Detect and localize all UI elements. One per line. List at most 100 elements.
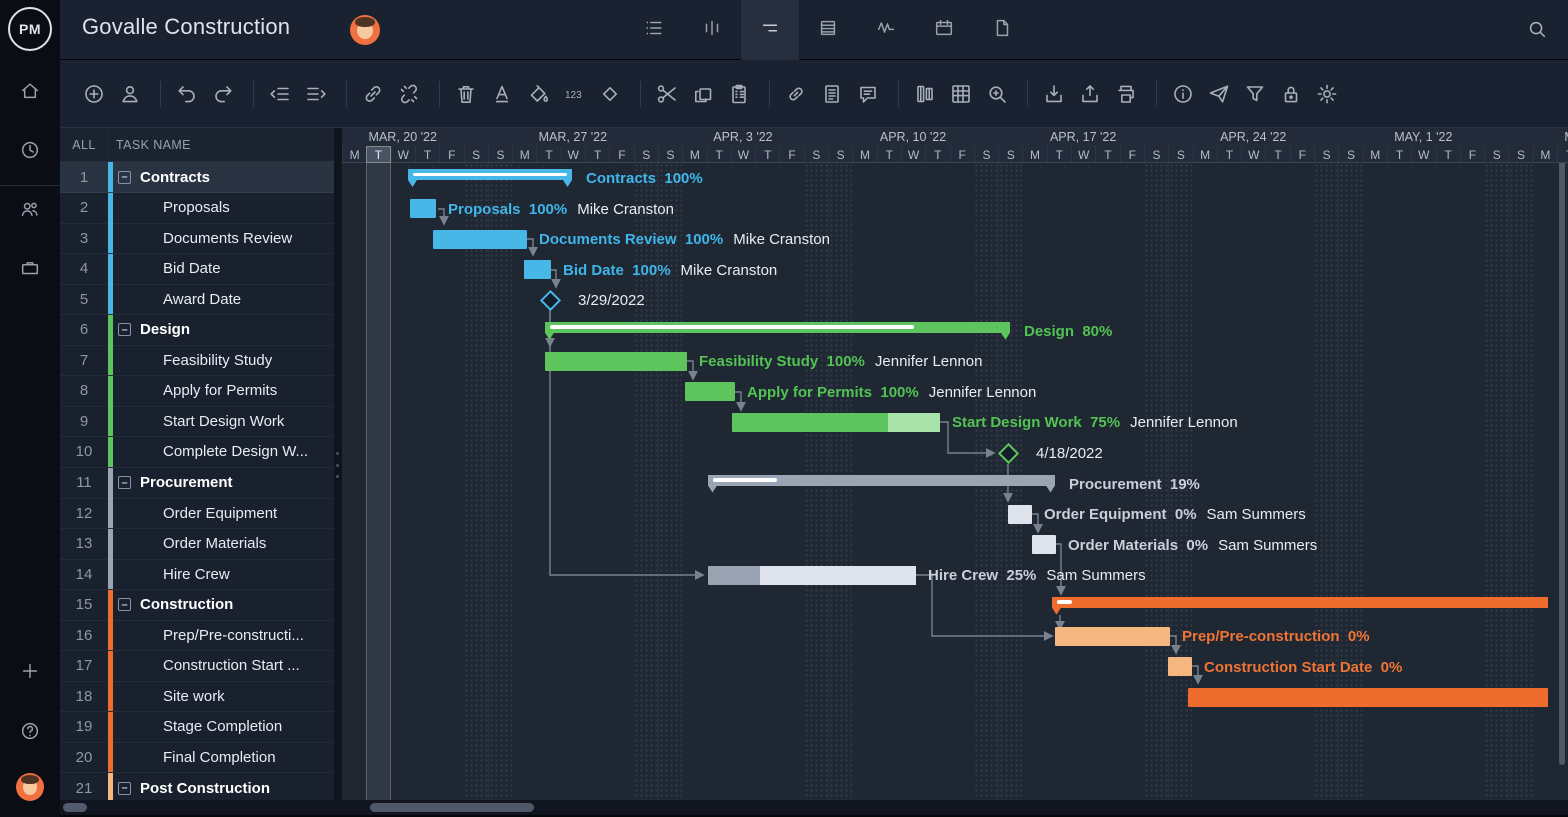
add-task-icon[interactable] — [82, 82, 106, 106]
fill-color-icon[interactable] — [526, 82, 550, 106]
zoom-in-icon[interactable] — [985, 82, 1009, 106]
task-row-7[interactable]: 7Feasibility Study — [60, 345, 334, 376]
unlink-dependency-icon[interactable] — [397, 82, 421, 106]
summary-bar-design[interactable] — [545, 322, 1010, 333]
task-list-hscrollbar[interactable] — [60, 800, 334, 815]
task-row-5[interactable]: 5Award Date — [60, 284, 334, 315]
row-number: 6 — [60, 315, 108, 345]
task-bar-order-materials[interactable] — [1032, 535, 1056, 554]
search-icon[interactable] — [1526, 18, 1550, 42]
task-bar-apply-for-permits[interactable] — [685, 382, 735, 401]
column-header-all[interactable]: ALL — [60, 128, 108, 162]
nav-docs-view[interactable] — [973, 0, 1031, 60]
task-bar-proposals[interactable] — [410, 199, 436, 218]
nav-list-view[interactable] — [625, 0, 683, 60]
outdent-icon[interactable] — [268, 82, 292, 106]
spreadsheet-icon[interactable] — [949, 82, 973, 106]
indent-icon[interactable] — [304, 82, 328, 106]
nav-workflow-view[interactable] — [857, 0, 915, 60]
nav-sheet-view[interactable] — [799, 0, 857, 60]
day-cell: S — [1508, 146, 1532, 163]
home-icon[interactable] — [19, 80, 41, 102]
scroll-thumb[interactable] — [63, 803, 87, 812]
task-bar-bid-date[interactable] — [524, 260, 551, 279]
lock-icon[interactable] — [1279, 82, 1303, 106]
collapse-icon[interactable]: – — [118, 598, 131, 611]
task-bar-construction-start-date[interactable] — [1168, 657, 1192, 676]
filter-icon[interactable] — [1243, 82, 1267, 106]
add-icon[interactable] — [19, 660, 41, 682]
label-name-percent: Apply for Permits 100% — [747, 384, 919, 401]
pm-logo[interactable]: PM — [8, 7, 52, 51]
scroll-thumb[interactable] — [370, 803, 534, 812]
cut-icon[interactable] — [655, 82, 679, 106]
milestone-icon[interactable] — [598, 82, 622, 106]
nav-gantt-view[interactable] — [741, 0, 799, 60]
import-icon[interactable] — [1042, 82, 1066, 106]
user-avatar[interactable] — [16, 773, 44, 801]
task-row-11[interactable]: 11–Procurement — [60, 468, 334, 499]
task-row-15[interactable]: 15–Construction — [60, 590, 334, 621]
task-row-10[interactable]: 10Complete Design W... — [60, 437, 334, 468]
task-row-2[interactable]: 2Proposals — [60, 193, 334, 224]
task-row-6[interactable]: 6–Design — [60, 315, 334, 346]
attachment-icon[interactable] — [784, 82, 808, 106]
link-dependency-icon[interactable] — [361, 82, 385, 106]
notes-icon[interactable] — [820, 82, 844, 106]
task-row-16[interactable]: 16Prep/Pre-constructi... — [60, 620, 334, 651]
splitter-grip-icon[interactable] — [336, 452, 340, 478]
task-row-9[interactable]: 9Start Design Work — [60, 406, 334, 437]
label-assignee: Mike Cranston — [681, 262, 778, 279]
task-row-14[interactable]: 14Hire Crew — [60, 559, 334, 590]
numbers-icon[interactable]: 123 — [562, 82, 586, 106]
delete-icon[interactable] — [454, 82, 478, 106]
undo-icon[interactable] — [175, 82, 199, 106]
share-icon[interactable] — [1207, 82, 1231, 106]
task-bar-order-equipment[interactable] — [1008, 505, 1032, 524]
info-icon[interactable] — [1171, 82, 1195, 106]
task-bar-site-work[interactable] — [1188, 688, 1548, 707]
recent-icon[interactable] — [19, 139, 41, 161]
task-bar-start-design-work[interactable] — [732, 413, 940, 432]
task-row-1[interactable]: 1–Contracts — [60, 162, 334, 193]
task-row-8[interactable]: 8Apply for Permits — [60, 376, 334, 407]
project-owner-avatar[interactable] — [350, 15, 380, 45]
summary-bar-construction[interactable] — [1052, 597, 1548, 608]
nav-calendar-view[interactable] — [915, 0, 973, 60]
task-bar-documents-review[interactable] — [433, 230, 527, 249]
collapse-icon[interactable]: – — [118, 782, 131, 795]
comment-icon[interactable] — [856, 82, 880, 106]
collapse-icon[interactable]: – — [118, 476, 131, 489]
task-row-4[interactable]: 4Bid Date — [60, 254, 334, 285]
task-bar-feasibility-study[interactable] — [545, 352, 687, 371]
task-row-18[interactable]: 18Site work — [60, 681, 334, 712]
task-bar-hire-crew[interactable] — [708, 566, 916, 585]
help-icon[interactable] — [19, 720, 41, 742]
print-icon[interactable] — [1114, 82, 1138, 106]
task-row-17[interactable]: 17Construction Start ... — [60, 651, 334, 682]
chart-hscrollbar[interactable] — [342, 800, 1568, 815]
column-header-task-name[interactable]: TASK NAME — [116, 128, 191, 162]
settings-icon[interactable] — [1315, 82, 1339, 106]
text-style-icon[interactable] — [490, 82, 514, 106]
paste-icon[interactable] — [727, 82, 751, 106]
columns-icon[interactable] — [913, 82, 937, 106]
portfolio-icon[interactable] — [19, 257, 41, 279]
redo-icon[interactable] — [211, 82, 235, 106]
task-row-19[interactable]: 19Stage Completion — [60, 712, 334, 743]
task-bar-prep-pre-construction[interactable] — [1055, 627, 1170, 646]
task-row-12[interactable]: 12Order Equipment — [60, 498, 334, 529]
collapse-icon[interactable]: – — [118, 323, 131, 336]
task-row-20[interactable]: 20Final Completion — [60, 742, 334, 773]
task-row-21[interactable]: 21–Post Construction — [60, 773, 334, 800]
summary-bar-procurement[interactable] — [708, 475, 1055, 486]
summary-bar-contracts[interactable] — [408, 169, 572, 180]
collapse-icon[interactable]: – — [118, 171, 131, 184]
team-icon[interactable] — [19, 198, 41, 220]
task-row-3[interactable]: 3Documents Review — [60, 223, 334, 254]
export-icon[interactable] — [1078, 82, 1102, 106]
copy-icon[interactable] — [691, 82, 715, 106]
task-row-13[interactable]: 13Order Materials — [60, 529, 334, 560]
nav-board-view[interactable] — [683, 0, 741, 60]
assign-user-icon[interactable] — [118, 82, 142, 106]
